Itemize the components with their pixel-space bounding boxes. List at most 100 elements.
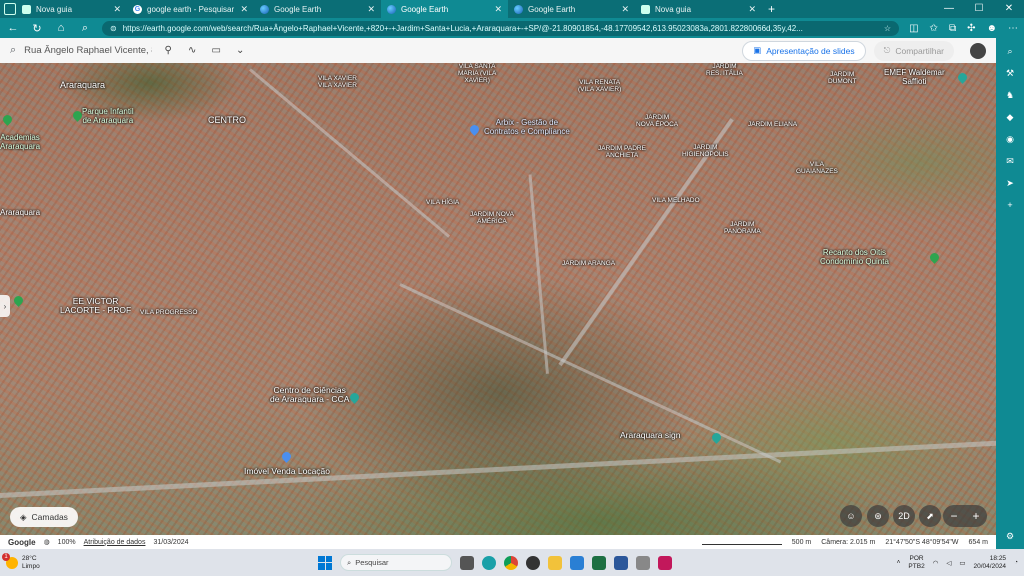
search-icon[interactable]: ⌕	[1003, 44, 1017, 58]
search-icon[interactable]: ⌕	[78, 22, 92, 35]
url-field[interactable]: ⊜ https://earth.google.com/web/search/Ru…	[102, 20, 900, 36]
clock[interactable]: 18:25 20/04/2024	[974, 555, 1007, 570]
favorites-icon[interactable]: ✩	[930, 23, 938, 34]
map-label: EE VICTOR LACORTE - PROF	[60, 296, 132, 316]
wifi-icon[interactable]: ◠	[933, 559, 939, 567]
attribution-link[interactable]: Atribuição de dados	[84, 539, 146, 546]
copilot-icon[interactable]: ◆	[1003, 110, 1017, 124]
favorite-star-icon[interactable]: ☆	[884, 24, 891, 33]
word-icon[interactable]	[614, 555, 628, 570]
close-window-button[interactable]: ✕	[994, 0, 1024, 18]
project-icon[interactable]: ▭	[208, 45, 224, 56]
close-icon[interactable]: ✕	[367, 4, 375, 15]
back-icon[interactable]: ←	[6, 22, 20, 34]
tab-google-earth-2[interactable]: Google Earth ✕	[381, 0, 508, 18]
map-label: Academias Araraquara	[0, 133, 41, 151]
chevron-down-icon[interactable]: ⌄	[232, 45, 248, 56]
gear-icon[interactable]: ⚙	[1003, 529, 1017, 543]
earth-search-input[interactable]: Rua Ângelo Raphael Vicente, 820	[24, 45, 152, 56]
time: 18:25	[989, 555, 1007, 563]
tab-google-earth-1[interactable]: Google Earth ✕	[254, 0, 381, 18]
camera-altitude: Câmera: 2.015 m	[821, 538, 876, 546]
file-explorer-icon[interactable]	[548, 555, 562, 570]
zoom-in-button[interactable]: +	[972, 509, 979, 523]
close-icon[interactable]: ✕	[494, 4, 502, 15]
outlook-icon[interactable]: ✉	[1003, 154, 1017, 168]
pegman-button[interactable]: ☺	[840, 505, 862, 527]
orbit-button[interactable]: ⊛	[867, 505, 889, 527]
measure-path-icon[interactable]: ∿	[184, 45, 200, 56]
condo-pin-icon[interactable]	[928, 251, 941, 264]
collections-icon[interactable]: ⧉	[949, 23, 956, 34]
search-icon[interactable]: ⌕	[10, 44, 16, 57]
weather-widget[interactable]: 1 28°C Limpo	[0, 552, 120, 570]
close-icon[interactable]: ✕	[113, 4, 121, 15]
tab-google-earth-3[interactable]: Google Earth ✕	[508, 0, 635, 18]
tab-google-search[interactable]: G google earth - Pesquisar ✕	[127, 0, 254, 18]
add-icon[interactable]: +	[1003, 198, 1017, 212]
browser-sidebar: ⌕ ⚒ ♞ ◆ ◉ ✉ ➤ + ⚙	[996, 38, 1024, 549]
tab-nova-guia-1[interactable]: Nova guia ✕	[0, 0, 127, 18]
museum-pin-icon[interactable]	[348, 391, 361, 404]
map-label: VILA MELHADO	[652, 197, 700, 204]
share-button[interactable]: ⎋ Compartilhar	[873, 40, 954, 61]
store-icon[interactable]	[636, 555, 650, 570]
view-2d-button[interactable]: 2D	[893, 505, 915, 527]
slideshow-button[interactable]: ▣ Apresentação de slides	[742, 40, 866, 61]
start-icon[interactable]	[318, 555, 332, 570]
extensions-icon[interactable]: ✣	[967, 23, 975, 34]
compass-icon[interactable]: ⬈	[919, 505, 941, 527]
close-icon[interactable]: ✕	[240, 4, 248, 15]
map-label: JARDIM NOVA AMÉRICA	[470, 211, 514, 226]
map-label: JARDIM HIGIENÓPOLIS	[682, 144, 729, 159]
edge-icon[interactable]	[482, 555, 496, 570]
home-icon[interactable]: ⌂	[54, 22, 68, 34]
property-pin-icon[interactable]	[280, 450, 293, 463]
taskbar-search[interactable]: ⌕ Pesquisar	[340, 554, 452, 571]
maximize-button[interactable]: ☐	[964, 0, 994, 18]
tools-icon[interactable]: ⚒	[1003, 66, 1017, 80]
chrome-icon[interactable]	[504, 555, 518, 570]
expand-panel-button[interactable]: ›	[0, 295, 10, 317]
close-icon[interactable]: ✕	[748, 4, 756, 15]
map-label: JARDIM NOVA ÉPOCA	[636, 114, 679, 129]
battery-icon[interactable]: ▭	[959, 559, 965, 567]
profile-icon[interactable]: ☻	[986, 23, 997, 34]
new-tab-button[interactable]: +	[762, 2, 781, 16]
tab-actions-icon[interactable]	[4, 3, 16, 15]
photos-icon[interactable]	[570, 555, 584, 570]
location-pin-icon[interactable]: ⚲	[160, 45, 176, 56]
account-avatar[interactable]	[970, 42, 986, 59]
scale-bar	[701, 539, 782, 545]
drop-icon[interactable]: ➤	[1003, 176, 1017, 190]
map-label: VILA HÍGIA	[426, 199, 460, 206]
task-view-icon[interactable]	[460, 555, 474, 570]
minimize-button[interactable]: —	[934, 0, 964, 18]
chevron-up-icon[interactable]: ˄	[897, 559, 901, 566]
slideshow-icon: ▣	[753, 45, 762, 55]
split-screen-icon[interactable]: ◫	[909, 23, 918, 34]
snipping-tool-icon[interactable]	[658, 555, 672, 570]
tab-nova-guia-2[interactable]: Nova guia ✕	[635, 0, 762, 18]
layers-button[interactable]: ◈ Camadas	[10, 507, 78, 527]
office-icon[interactable]: ◉	[1003, 132, 1017, 146]
refresh-icon[interactable]: ↻	[30, 22, 44, 35]
dell-icon[interactable]	[526, 555, 540, 570]
school-pin-icon[interactable]	[956, 71, 969, 84]
zoom-level: 100%	[57, 538, 76, 546]
keyboard-language[interactable]: POR PTB2	[908, 555, 924, 569]
business-pin-icon[interactable]	[468, 123, 481, 136]
volume-icon[interactable]: ◁	[946, 559, 951, 567]
school-pin-icon[interactable]	[12, 294, 25, 307]
games-icon[interactable]: ♞	[1003, 88, 1017, 102]
earth-3d-map[interactable]: Araraquara CENTRO Parque Infantil de Ara…	[0, 63, 996, 535]
zoom-out-button[interactable]: −	[950, 509, 957, 523]
close-icon[interactable]: ✕	[621, 4, 629, 15]
gym-pin-icon[interactable]	[1, 113, 14, 126]
map-label: JARDIM ELIANA	[748, 121, 798, 128]
more-menu-icon[interactable]: ⋯	[1008, 23, 1018, 34]
site-info-icon[interactable]: ⊜	[110, 24, 117, 33]
map-label: Recanto dos Oitis Condomínio Quinta	[820, 248, 889, 266]
excel-icon[interactable]	[592, 555, 606, 570]
notifications-icon[interactable]: ◔	[1014, 559, 1018, 566]
